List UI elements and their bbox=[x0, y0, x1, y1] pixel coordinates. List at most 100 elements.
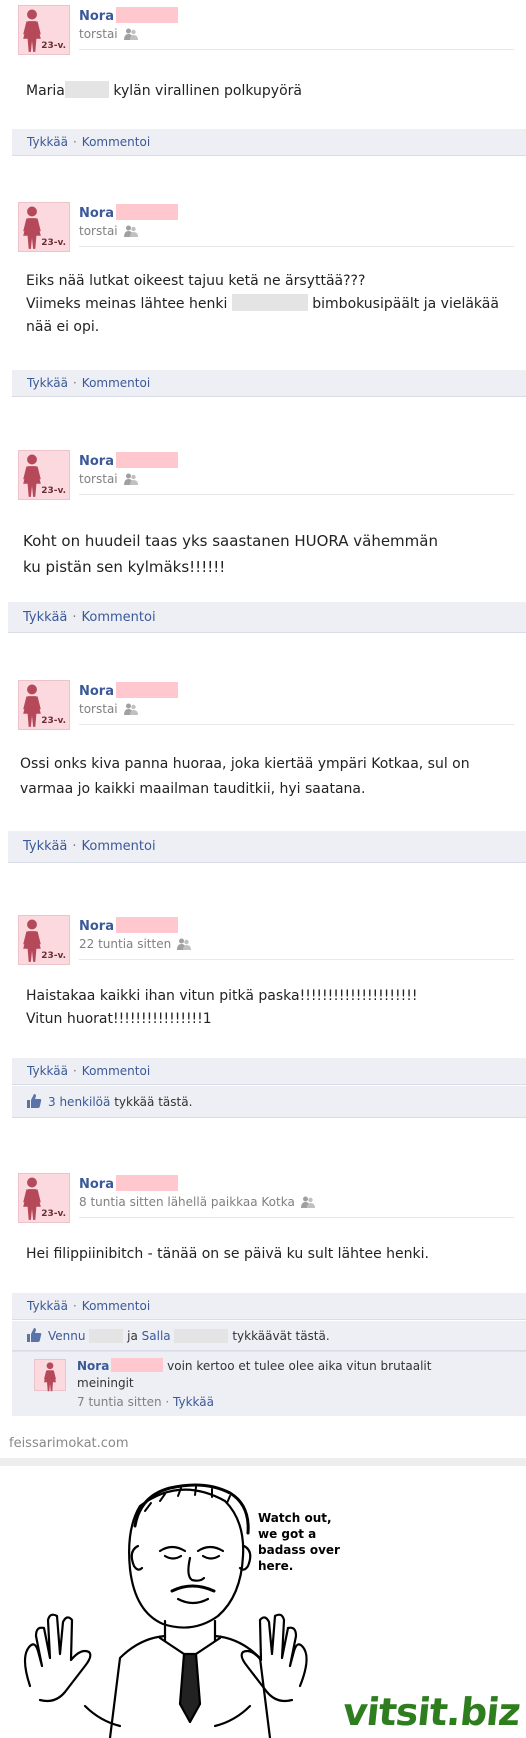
author-name[interactable]: Nora bbox=[79, 452, 178, 469]
meme-caption: Watch out, we got a badass over here. bbox=[258, 1511, 340, 1573]
post-text: Hei filippiinibitch - tänää on se päivä … bbox=[26, 1246, 429, 1262]
redacted-surname bbox=[116, 917, 178, 933]
post-actions: Tykkää · Kommentoi bbox=[12, 1058, 526, 1085]
post-1: 23-v. Nora torstai Maria kylän viralline… bbox=[12, 5, 526, 156]
female-silhouette-icon bbox=[42, 1362, 58, 1392]
like-link[interactable]: Tykkää bbox=[23, 839, 67, 854]
comment-author[interactable]: Nora bbox=[77, 1359, 109, 1373]
post-5: 23-v. Nora 22 tuntia sitten Haistakaa ka… bbox=[12, 915, 526, 1120]
age-label: 23-v. bbox=[41, 41, 66, 51]
comment-link[interactable]: Kommentoi bbox=[82, 376, 150, 390]
meme-panel: Watch out, we got a badass over here. vi… bbox=[0, 1466, 526, 1738]
divider bbox=[79, 959, 514, 960]
post-6: 23-v. Nora 8 tuntia sitten lähellä paikk… bbox=[12, 1173, 526, 1428]
source-watermark: feissarimokat.com bbox=[9, 1436, 129, 1451]
female-silhouette-icon bbox=[21, 206, 43, 250]
post-timestamp: torstai bbox=[79, 27, 138, 41]
author-name[interactable]: Nora bbox=[79, 917, 178, 934]
audience-icon bbox=[124, 28, 138, 40]
audience-icon bbox=[177, 938, 191, 950]
post-3: 23-v. Nora torstai Koht on huudeil taas … bbox=[8, 450, 526, 640]
audience-icon bbox=[124, 473, 138, 485]
redacted-surname bbox=[116, 452, 178, 468]
comment-link[interactable]: Kommentoi bbox=[82, 610, 156, 625]
comment-avatar[interactable] bbox=[34, 1359, 66, 1391]
post-header: 23-v. Nora 22 tuntia sitten bbox=[12, 915, 526, 965]
liker-name-1[interactable]: Vennu bbox=[48, 1329, 85, 1343]
comment-link[interactable]: Kommentoi bbox=[82, 839, 156, 854]
post-text: Koht on huudeil taas yks saastanen HUORA… bbox=[23, 532, 438, 576]
rage-comic-face-illustration bbox=[23, 1483, 308, 1738]
author-name[interactable]: Nora bbox=[79, 7, 178, 24]
post-2: 23-v. Nora torstai Eiks nää lutkat oikee… bbox=[12, 202, 526, 397]
age-label: 23-v. bbox=[41, 951, 66, 961]
post-timestamp: torstai bbox=[79, 224, 138, 238]
audience-icon bbox=[301, 1196, 315, 1208]
comment-like-link[interactable]: Tykkää bbox=[173, 1395, 214, 1409]
divider bbox=[79, 246, 514, 247]
liker-name-2[interactable]: Salla bbox=[142, 1329, 171, 1343]
redacted-surname bbox=[116, 682, 178, 698]
post-header: 23-v. Nora torstai bbox=[12, 202, 526, 252]
avatar[interactable]: 23-v. bbox=[18, 450, 70, 500]
post-text: Haistakaa kaikki ihan vitun pitkä paska!… bbox=[26, 988, 418, 1027]
audience-icon bbox=[124, 225, 138, 237]
avatar[interactable]: 23-v. bbox=[18, 1173, 70, 1223]
like-link[interactable]: Tykkää bbox=[27, 376, 68, 390]
like-link[interactable]: Tykkää bbox=[27, 135, 68, 149]
post-text: Ossi onks kiva panna huoraa, joka kiertä… bbox=[20, 756, 470, 797]
author-name[interactable]: Nora bbox=[79, 204, 178, 221]
divider bbox=[79, 724, 514, 725]
comment-text: Nora voin kertoo et tulee olee aika vitu… bbox=[77, 1358, 432, 1390]
age-label: 23-v. bbox=[41, 238, 66, 248]
post-timestamp: 22 tuntia sitten bbox=[79, 937, 191, 951]
post-header: 23-v. Nora torstai bbox=[12, 5, 526, 55]
divider-strip bbox=[0, 1458, 526, 1466]
redacted-surname bbox=[89, 1329, 124, 1343]
post-header: 23-v. Nora torstai bbox=[8, 450, 526, 500]
vitsit-logo: vitsit.biz bbox=[341, 1690, 523, 1734]
comment-link[interactable]: Kommentoi bbox=[82, 1064, 150, 1078]
avatar[interactable]: 23-v. bbox=[18, 915, 70, 965]
post-timestamp: torstai bbox=[79, 702, 138, 716]
post-timestamp: 8 tuntia sitten lähellä paikkaa Kotka bbox=[79, 1195, 315, 1209]
like-link[interactable]: Tykkää bbox=[27, 1299, 68, 1313]
redacted-name bbox=[64, 81, 109, 98]
redacted-surname bbox=[174, 1329, 229, 1343]
divider bbox=[79, 1217, 514, 1218]
female-silhouette-icon bbox=[21, 454, 43, 498]
female-silhouette-icon bbox=[21, 919, 43, 963]
avatar[interactable]: 23-v. bbox=[18, 202, 70, 252]
post-header: 23-v. Nora torstai bbox=[8, 680, 526, 730]
post-actions: Tykkää · Kommentoi bbox=[12, 129, 526, 156]
thumbs-up-icon bbox=[26, 1093, 42, 1109]
age-label: 23-v. bbox=[41, 1209, 66, 1219]
age-label: 23-v. bbox=[41, 486, 66, 496]
audience-icon bbox=[124, 703, 138, 715]
comment-link[interactable]: Kommentoi bbox=[82, 135, 150, 149]
avatar[interactable]: 23-v. bbox=[18, 680, 70, 730]
author-name[interactable]: Nora bbox=[79, 1175, 178, 1192]
author-name[interactable]: Nora bbox=[79, 682, 178, 699]
avatar[interactable]: 23-v. bbox=[18, 5, 70, 55]
redacted-surname bbox=[111, 1358, 164, 1372]
comment-link[interactable]: Kommentoi bbox=[82, 1299, 150, 1313]
female-silhouette-icon bbox=[21, 9, 43, 53]
redacted-surname bbox=[116, 1175, 178, 1191]
female-silhouette-icon bbox=[21, 684, 43, 728]
redacted-surname bbox=[116, 7, 178, 23]
post-actions: Tykkää · Kommentoi bbox=[12, 370, 526, 397]
like-link[interactable]: Tykkää bbox=[27, 1064, 68, 1078]
post-4: 23-v. Nora torstai Ossi onks kiva panna … bbox=[8, 680, 526, 870]
post-actions: Tykkää · Kommentoi bbox=[8, 602, 526, 633]
age-label: 23-v. bbox=[41, 716, 66, 726]
thumbs-up-icon bbox=[26, 1327, 42, 1343]
likes-summary: 3 henkilöä tykkää tästä. bbox=[12, 1086, 526, 1118]
likers-link[interactable]: 3 henkilöä bbox=[48, 1095, 110, 1109]
post-actions: Tykkää · Kommentoi bbox=[12, 1293, 526, 1320]
comment: Nora voin kertoo et tulee olee aika vitu… bbox=[12, 1351, 526, 1416]
female-silhouette-icon bbox=[21, 1177, 43, 1221]
post-text: Maria kylän virallinen polkupyörä bbox=[26, 81, 302, 99]
like-link[interactable]: Tykkää bbox=[23, 610, 67, 625]
post-text: Eiks nää lutkat oikeest tajuu ketä ne är… bbox=[26, 273, 499, 335]
